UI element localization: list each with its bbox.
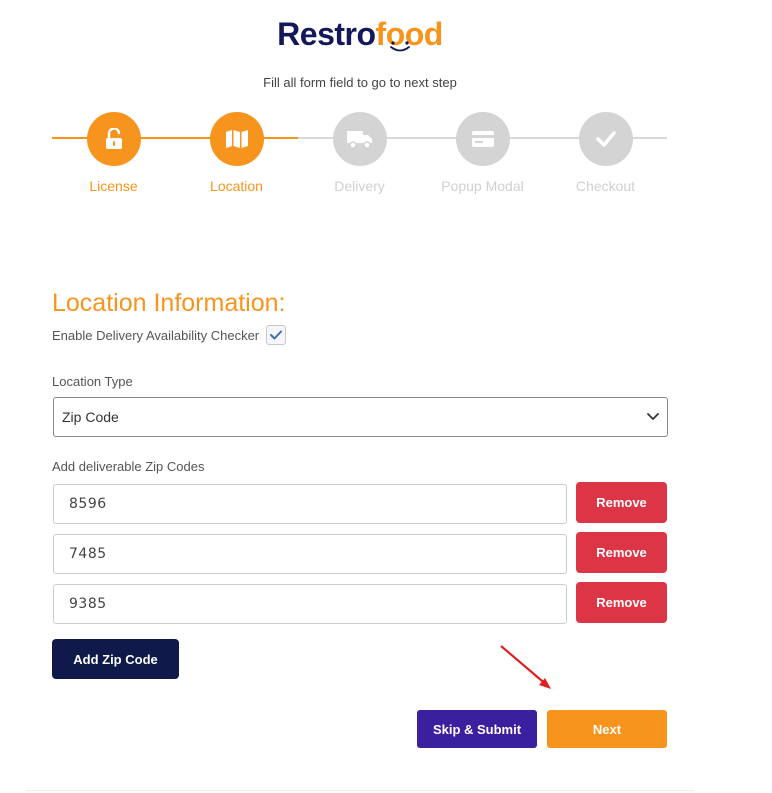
location-type-value: Zip Code	[62, 409, 119, 425]
zip-codes-label: Add deliverable Zip Codes	[52, 459, 205, 474]
zip-code-input[interactable]: 8596	[53, 484, 567, 524]
chevron-down-icon	[647, 413, 659, 420]
progress-stepper: License Location Delivery Popup Modal Ch…	[52, 112, 667, 202]
zip-code-input[interactable]: 7485	[53, 534, 567, 574]
remove-zip-button[interactable]: Remove	[576, 582, 667, 623]
unlock-icon	[105, 128, 122, 149]
remove-zip-button[interactable]: Remove	[576, 482, 667, 523]
restrofood-logo: Restrofood	[0, 16, 720, 53]
section-title: Location Information:	[52, 289, 286, 317]
truck-icon	[346, 131, 372, 149]
check-icon	[595, 131, 616, 147]
skip-submit-button[interactable]: Skip & Submit	[417, 710, 537, 748]
delivery-checker-row: Enable Delivery Availability Checker	[52, 325, 287, 345]
logo-text-restro: Restro	[277, 16, 376, 52]
step-checkout[interactable]: Checkout	[544, 112, 667, 194]
zip-code-input[interactable]: 9385	[53, 584, 567, 624]
checkmark-icon	[270, 330, 283, 340]
step-label-checkout: Checkout	[575, 178, 636, 194]
footer-divider	[26, 790, 694, 791]
step-popup-modal[interactable]: Popup Modal	[421, 112, 544, 194]
card-icon	[471, 131, 494, 147]
red-arrow-annotation-icon	[500, 645, 551, 689]
map-icon	[225, 130, 248, 148]
remove-zip-button[interactable]: Remove	[576, 532, 667, 573]
step-label-popup-modal: Popup Modal	[441, 178, 524, 194]
logo-smile-icon	[390, 41, 410, 52]
step-location[interactable]: Location	[175, 112, 298, 194]
zip-code-row: 8596 Remove	[53, 482, 667, 525]
form-instruction: Fill all form field to go to next step	[263, 75, 457, 90]
location-type-select[interactable]: Zip Code	[53, 397, 668, 437]
step-delivery[interactable]: Delivery	[298, 112, 421, 194]
zip-code-row: 9385 Remove	[53, 582, 667, 625]
zip-code-row: 7485 Remove	[53, 532, 667, 575]
add-zip-code-button[interactable]: Add Zip Code	[52, 639, 179, 679]
step-circle-license	[86, 112, 141, 166]
step-label-location: Location	[210, 178, 263, 194]
step-label-delivery: Delivery	[334, 178, 385, 194]
step-label-license: License	[89, 178, 138, 194]
step-circle-popup-modal	[455, 112, 510, 166]
location-type-label: Location Type	[52, 374, 133, 389]
delivery-checker-label: Enable Delivery Availability Checker	[52, 327, 260, 343]
step-circle-delivery	[332, 112, 387, 166]
delivery-checker-checkbox[interactable]	[266, 325, 287, 345]
step-circle-location	[209, 112, 264, 166]
step-circle-checkout	[578, 112, 633, 166]
next-button[interactable]: Next	[547, 710, 667, 748]
step-license[interactable]: License	[52, 112, 175, 194]
